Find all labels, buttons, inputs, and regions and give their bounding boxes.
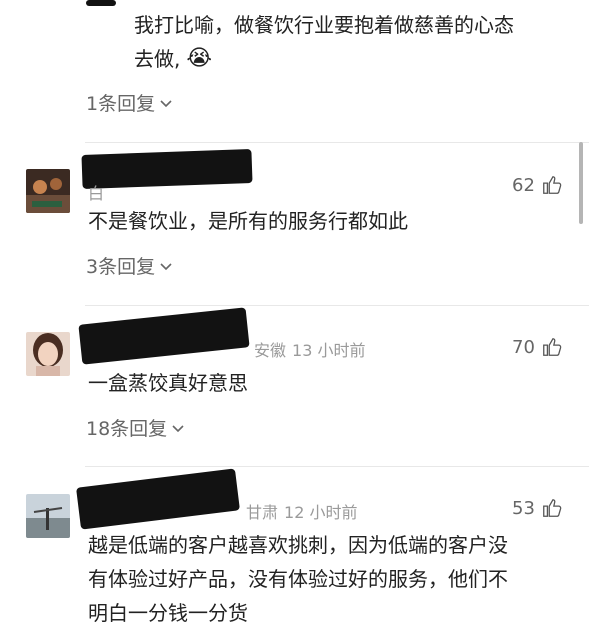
like-button[interactable]: 70 xyxy=(512,336,563,358)
replies-count: 1条回复 xyxy=(86,93,156,115)
replies-count: 18条回复 xyxy=(86,418,168,440)
avatar[interactable] xyxy=(26,169,70,213)
avatar-image xyxy=(26,494,70,538)
replies-toggle[interactable]: 3条回复 xyxy=(86,252,173,279)
chevron-down-icon xyxy=(160,262,172,270)
thumbs-up-icon xyxy=(543,176,562,194)
comment-meta: 甘肃 12 小时前 xyxy=(246,499,357,523)
crying-emoji-icon: 😭 xyxy=(186,46,213,71)
comment-line: 明白一分钱一分货 xyxy=(88,601,248,625)
location: 甘肃 xyxy=(246,503,279,522)
chevron-down-icon xyxy=(160,99,172,107)
nested-reply-line2: 去做, xyxy=(134,47,181,71)
comment-text: 越是低端的客户越喜欢挑刺，因为低端的客户没 有体验过好产品，没有体验过好的服务，… xyxy=(88,528,508,630)
redacted-username xyxy=(76,468,240,530)
redacted-avatar xyxy=(86,0,116,6)
chevron-down-icon xyxy=(172,424,184,432)
replies-count: 3条回复 xyxy=(86,256,156,278)
divider xyxy=(85,466,589,467)
comment-line: 越是低端的客户越喜欢挑刺，因为低端的客户没 xyxy=(88,533,508,557)
username-fragment: 白 xyxy=(88,184,105,203)
redacted-username xyxy=(78,307,250,365)
comment-text: 一盒蒸饺真好意思 xyxy=(88,371,248,395)
comment-text: 不是餐饮业，是所有的服务行都如此 xyxy=(88,209,408,233)
location: 安徽 xyxy=(254,341,287,360)
comment-line: 有体验过好产品，没有体验过好的服务，他们不 xyxy=(88,567,508,591)
nested-reply-line1: 我打比喻，做餐饮行业要抱着做慈善的心态 xyxy=(134,13,514,37)
thumbs-up-icon xyxy=(543,338,562,356)
avatar[interactable] xyxy=(26,332,70,376)
divider xyxy=(85,305,589,306)
divider xyxy=(85,142,589,143)
like-button[interactable]: 53 xyxy=(512,497,563,519)
avatar[interactable] xyxy=(26,494,70,538)
comment-meta: 安徽 13 小时前 xyxy=(254,337,365,361)
nested-reply-text: 我打比喻，做餐饮行业要抱着做慈善的心态 去做, 😭 xyxy=(134,8,514,76)
thumbs-up-icon xyxy=(543,499,562,517)
redacted-username xyxy=(81,149,253,189)
replies-toggle[interactable]: 18条回复 xyxy=(86,414,185,441)
like-count: 62 xyxy=(512,174,535,196)
like-button[interactable]: 62 xyxy=(512,174,563,196)
like-count: 70 xyxy=(512,336,535,358)
replies-toggle-nested[interactable]: 1条回复 xyxy=(86,89,173,116)
timestamp: 13 小时前 xyxy=(292,341,366,360)
like-count: 53 xyxy=(512,497,535,519)
avatar-image xyxy=(26,332,70,376)
avatar-image xyxy=(26,169,70,213)
scrollbar[interactable] xyxy=(579,142,583,224)
timestamp: 12 小时前 xyxy=(284,503,358,522)
